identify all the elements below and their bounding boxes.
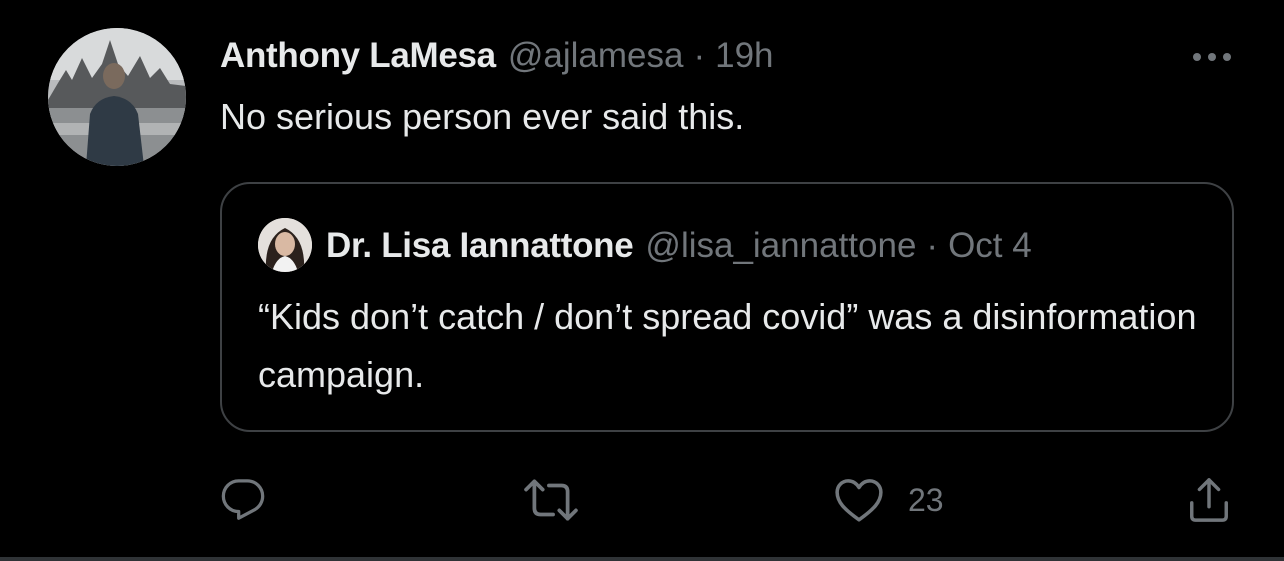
quoted-tweet-header: Dr. Lisa Iannattone @lisa_iannattone · O… [326,226,1032,266]
quoted-tweet-card[interactable]: Dr. Lisa Iannattone @lisa_iannattone · O… [220,182,1234,432]
author-avatar[interactable] [48,28,186,166]
quoted-author-name[interactable]: Dr. Lisa Iannattone [326,226,634,266]
tweet-divider [0,557,1284,561]
like-button[interactable]: 23 [834,470,944,530]
reply-icon [221,479,265,520]
share-button[interactable] [1186,470,1232,530]
tweet-header: Anthony LaMesa @ajlamesa · 19h [220,36,774,80]
tweet-text: No serious person ever said this. [220,96,745,137]
quoted-avatar-photo [258,218,312,272]
more-horizontal-icon [1193,53,1231,61]
heart-icon [835,479,883,522]
more-options-button[interactable] [1188,42,1236,72]
quoted-tweet-timestamp[interactable]: Oct 4 [948,226,1032,266]
retweet-icon [524,479,578,521]
share-icon [1190,478,1228,522]
author-handle[interactable]: @ajlamesa [508,36,684,76]
tweet-timestamp[interactable]: 19h [715,36,773,76]
avatar-photo [48,28,186,166]
quoted-author-handle[interactable]: @lisa_iannattone [645,226,916,266]
reply-button[interactable] [220,470,266,530]
like-count: 23 [908,481,944,518]
tweet-actions-bar: 23 [0,470,1284,530]
tweet[interactable]: Anthony LaMesa @ajlamesa · 19h No seriou… [0,0,1284,557]
retweet-button[interactable] [524,470,578,530]
quoted-header-separator: · [926,226,939,265]
quoted-author-avatar [258,218,312,272]
header-separator: · [693,36,706,75]
quoted-tweet-text: “Kids don’t catch / don’t spread covid” … [258,296,1197,395]
author-name[interactable]: Anthony LaMesa [220,36,496,76]
